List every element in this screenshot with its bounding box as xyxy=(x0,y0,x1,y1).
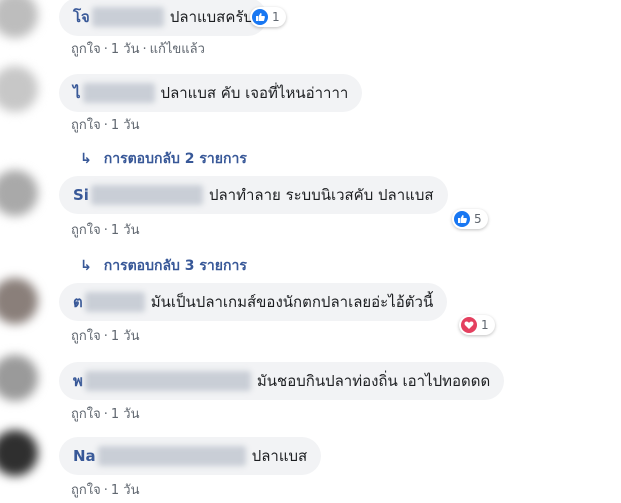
avatar[interactable] xyxy=(0,278,38,324)
comment-bubble: Na ปลาแบส xyxy=(59,437,322,475)
timestamp[interactable]: 1 วัน xyxy=(111,118,140,133)
reaction-count: 1 xyxy=(481,318,489,332)
comment-bubble: ต มันเป็นปลาเกมส์ของนักตกปลาเลยอ่ะไอ้ตัว… xyxy=(59,283,448,321)
edited-label[interactable]: แก้ไขแล้ว xyxy=(150,42,205,57)
avatar[interactable] xyxy=(0,355,38,401)
reply-arrow-icon: ↳ xyxy=(80,258,92,274)
like-link[interactable]: ถูกใจ xyxy=(71,223,101,238)
reaction-count: 1 xyxy=(272,10,280,24)
blurred-name xyxy=(90,185,203,205)
comment-bubble: โจ ปลาแบสครับ xyxy=(59,0,267,36)
blurred-name xyxy=(91,7,164,27)
comment-meta: ถูกใจ · 1 วัน xyxy=(71,403,142,424)
comment-text: ปลาแบส xyxy=(251,447,308,465)
separator: · xyxy=(103,407,108,422)
comment-bubble: พ มันชอบกินปลาท่องถิ่น เอาไปทอดดด xyxy=(59,362,505,400)
reaction-badge[interactable]: 1 xyxy=(459,315,495,335)
separator: · xyxy=(142,42,147,57)
avatar[interactable] xyxy=(0,430,38,476)
separator: · xyxy=(103,42,108,57)
like-link[interactable]: ถูกใจ xyxy=(71,118,101,133)
comment-meta: ถูกใจ · 1 วัน xyxy=(71,219,142,240)
comment-author[interactable]: Na xyxy=(73,447,96,465)
replies-label: การตอบกลับ 2 รายการ xyxy=(103,151,247,167)
comment-bubble: ไ ปลาแบส คับ เจอที่ไหนอ่าาาา xyxy=(59,74,363,112)
timestamp[interactable]: 1 วัน xyxy=(111,483,140,498)
comment-author[interactable]: Si xyxy=(73,186,89,204)
blurred-name xyxy=(97,446,246,466)
separator: · xyxy=(103,223,108,238)
comment-text: มันชอบกินปลาท่องถิ่น เอาไปทอดดด xyxy=(256,372,491,390)
reaction-badge[interactable]: 1 xyxy=(250,7,286,27)
like-icon xyxy=(454,211,470,227)
blurred-name xyxy=(82,83,155,103)
view-replies-link[interactable]: ↳ การตอบกลับ 2 รายการ xyxy=(80,148,247,170)
timestamp[interactable]: 1 วัน xyxy=(111,407,140,422)
avatar[interactable] xyxy=(0,170,38,216)
separator: · xyxy=(103,118,108,133)
blurred-name xyxy=(84,371,251,391)
like-link[interactable]: ถูกใจ xyxy=(71,407,101,422)
comment-meta: ถูกใจ · 1 วัน xyxy=(71,325,142,346)
view-replies-link[interactable]: ↳ การตอบกลับ 3 รายการ xyxy=(80,255,247,277)
comment-author[interactable]: โจ xyxy=(73,5,90,29)
comment-text: มันเป็นปลาเกมส์ของนักตกปลาเลยอ่ะไอ้ตัวนี… xyxy=(150,293,434,311)
comment-bubble: Si ปลาทำลาย ระบบนิเวสคับ ปลาแบส xyxy=(59,176,448,214)
comment-text: ปลาแบสครับ xyxy=(169,8,253,26)
timestamp[interactable]: 1 วัน xyxy=(111,42,140,57)
timestamp[interactable]: 1 วัน xyxy=(111,329,140,344)
comment-author[interactable]: พ xyxy=(73,369,83,393)
like-link[interactable]: ถูกใจ xyxy=(71,483,101,498)
timestamp[interactable]: 1 วัน xyxy=(111,223,140,238)
blurred-name xyxy=(84,292,145,312)
avatar[interactable] xyxy=(0,66,38,112)
comment-meta: ถูกใจ · 1 วัน · แก้ไขแล้ว xyxy=(71,38,208,59)
comment-text: ปลาทำลาย ระบบนิเวสคับ ปลาแบส xyxy=(208,186,434,204)
love-icon xyxy=(461,317,477,333)
reaction-count: 5 xyxy=(474,212,482,226)
comment-author[interactable]: ต xyxy=(73,290,83,314)
like-link[interactable]: ถูกใจ xyxy=(71,329,101,344)
separator: · xyxy=(103,483,108,498)
avatar[interactable] xyxy=(0,0,38,38)
like-icon xyxy=(252,9,268,25)
comment-meta: ถูกใจ · 1 วัน xyxy=(71,114,142,135)
reply-arrow-icon: ↳ xyxy=(80,151,92,167)
comment-meta: ถูกใจ · 1 วัน xyxy=(71,479,142,500)
like-link[interactable]: ถูกใจ xyxy=(71,42,101,57)
reaction-badge[interactable]: 5 xyxy=(452,209,488,229)
replies-label: การตอบกลับ 3 รายการ xyxy=(103,258,247,274)
comment-author[interactable]: ไ xyxy=(73,81,81,105)
separator: · xyxy=(103,329,108,344)
comment-text: ปลาแบส คับ เจอที่ไหนอ่าาาา xyxy=(160,84,349,102)
